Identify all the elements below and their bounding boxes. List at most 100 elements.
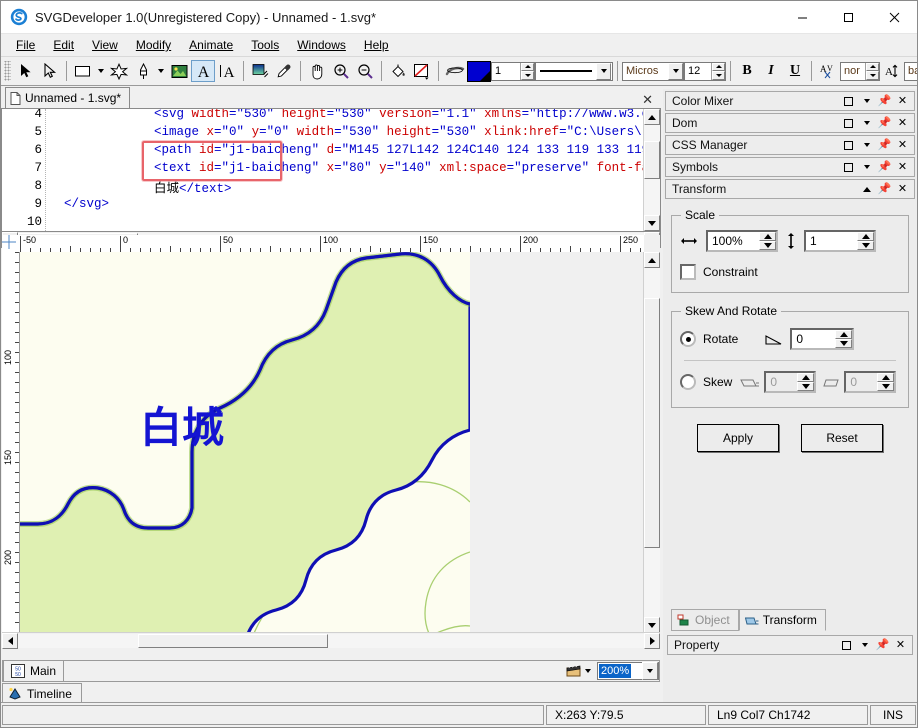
document-tab-close-icon[interactable]: ✕ xyxy=(642,93,653,106)
horizontal-ruler[interactable]: -50 0 50 100 150 200 250 xyxy=(20,235,644,253)
text-tool-icon[interactable]: A xyxy=(191,60,215,82)
rotate-spinner[interactable] xyxy=(835,330,852,348)
panel-collapse-icon[interactable] xyxy=(861,118,872,129)
zoom-out-tool-icon[interactable] xyxy=(353,60,377,82)
panel-close-icon[interactable]: ✕ xyxy=(897,96,908,107)
canvas-hscroll-track[interactable] xyxy=(18,634,644,648)
menu-file[interactable]: File xyxy=(7,36,44,54)
skew-y-field[interactable]: 0 xyxy=(844,371,896,393)
clapperboard-icon[interactable] xyxy=(566,663,583,679)
skew-x-spinner[interactable] xyxy=(797,373,814,391)
editor-scroll-up-button[interactable] xyxy=(644,109,660,125)
scene-tab-main[interactable]: 50 50 Main xyxy=(3,660,64,682)
panel-maximize-icon[interactable] xyxy=(843,162,854,173)
eyedropper-tool-icon[interactable] xyxy=(272,60,296,82)
panel-property[interactable]: Property 📌 ✕ xyxy=(667,635,913,655)
rectangle-tool-icon[interactable] xyxy=(71,60,95,82)
canvas-scroll-down-button[interactable] xyxy=(644,617,660,633)
menu-modify[interactable]: Modify xyxy=(127,36,180,54)
canvas-hscroll-left-button[interactable] xyxy=(2,633,18,649)
rotate-radio[interactable] xyxy=(680,331,696,347)
menu-tools[interactable]: Tools xyxy=(242,36,288,54)
scale-y-field[interactable]: 1 xyxy=(804,230,876,252)
panel-maximize-icon[interactable] xyxy=(843,118,854,129)
panel-collapse-icon[interactable] xyxy=(861,96,872,107)
pencil-stroke-icon[interactable] xyxy=(443,60,467,82)
baseline-field[interactable]: base xyxy=(904,62,918,81)
paint-bucket-tool-icon[interactable] xyxy=(386,60,410,82)
canvas-hscroll-right-button[interactable] xyxy=(644,633,660,649)
panel-pin-icon[interactable]: 📌 xyxy=(879,118,890,129)
direct-select-arrow-icon[interactable] xyxy=(38,60,62,82)
menu-view[interactable]: View xyxy=(83,36,127,54)
font-family-combo[interactable]: Micros xyxy=(622,62,684,81)
panel-pin-icon[interactable]: 📌 xyxy=(879,96,890,107)
code-text-area[interactable]: 4 <svg width="530" height="530" version=… xyxy=(2,109,643,231)
svg-map-artwork[interactable]: 白城 xyxy=(20,252,470,633)
maximize-button[interactable] xyxy=(825,1,871,33)
zoom-dropdown-icon[interactable] xyxy=(642,662,658,680)
skew-x-field[interactable]: 0 xyxy=(764,371,816,393)
underline-button[interactable]: U xyxy=(783,60,807,82)
skew-y-spinner[interactable] xyxy=(877,373,894,391)
panel-pin-icon[interactable]: 📌 xyxy=(877,640,888,651)
rotate-field[interactable]: 0 xyxy=(790,328,854,350)
gradient-tool-icon[interactable] xyxy=(248,60,272,82)
region-baicheng-shape[interactable] xyxy=(20,254,470,633)
panel-maximize-icon[interactable] xyxy=(843,140,854,151)
canvas-vscroll-track[interactable] xyxy=(644,268,660,617)
zoom-in-tool-icon[interactable] xyxy=(329,60,353,82)
font-family-dropdown-icon[interactable] xyxy=(668,63,683,80)
canvas-horizontal-scrollbar[interactable] xyxy=(2,632,660,649)
select-arrow-icon[interactable] xyxy=(14,60,38,82)
stroke-style-dropdown-icon[interactable] xyxy=(596,63,611,80)
panel-maximize-icon[interactable] xyxy=(841,640,852,651)
bold-button[interactable]: B xyxy=(735,60,759,82)
design-stage[interactable]: 白城 xyxy=(20,252,644,633)
panel-pin-icon[interactable]: 📌 xyxy=(879,162,890,173)
svg-page[interactable]: 白城 xyxy=(20,252,470,633)
stroke-style-combo[interactable] xyxy=(535,62,613,81)
panel-dom[interactable]: Dom 📌 ✕ xyxy=(665,113,915,133)
reset-button[interactable]: Reset xyxy=(801,424,883,452)
letter-spacing-field[interactable]: nor xyxy=(840,62,880,81)
panel-close-icon[interactable]: ✕ xyxy=(897,140,908,151)
canvas-vscroll-thumb[interactable] xyxy=(644,298,660,548)
map-region-label[interactable]: 白城 xyxy=(140,403,224,452)
editor-scroll-track[interactable] xyxy=(644,125,660,215)
editor-vertical-scrollbar[interactable] xyxy=(643,109,660,231)
editor-scroll-thumb[interactable] xyxy=(644,141,660,179)
panel-symbols[interactable]: Symbols 📌 ✕ xyxy=(665,157,915,177)
pen-tool-dropdown-icon[interactable] xyxy=(155,60,167,82)
menu-help[interactable]: Help xyxy=(355,36,398,54)
code-editor[interactable]: 4 <svg width="530" height="530" version=… xyxy=(1,109,661,232)
canvas-hscroll-thumb[interactable] xyxy=(138,634,328,648)
panel-collapse-icon[interactable] xyxy=(861,140,872,151)
menu-animate[interactable]: Animate xyxy=(180,36,242,54)
vertical-text-tool-icon[interactable]: A xyxy=(215,60,239,82)
tab-object[interactable]: Object xyxy=(671,609,739,631)
panel-close-icon[interactable]: ✕ xyxy=(897,184,908,195)
italic-button[interactable]: I xyxy=(759,60,783,82)
minimize-button[interactable] xyxy=(779,1,825,33)
panel-collapse-icon[interactable] xyxy=(859,640,870,651)
font-size-field[interactable]: 12 xyxy=(684,62,726,81)
scale-y-spinner[interactable] xyxy=(857,232,874,250)
panel-close-icon[interactable]: ✕ xyxy=(895,640,906,651)
pen-tool-icon[interactable] xyxy=(131,60,155,82)
menu-windows[interactable]: Windows xyxy=(288,36,355,54)
clapperboard-dropdown-icon[interactable] xyxy=(585,669,591,673)
skew-radio[interactable] xyxy=(680,374,696,390)
scale-x-field[interactable]: 100% xyxy=(706,230,778,252)
toolbar-grip[interactable] xyxy=(4,61,11,81)
apply-button[interactable]: Apply xyxy=(697,424,779,452)
constraint-checkbox[interactable] xyxy=(680,264,696,280)
ruler-origin-corner[interactable] xyxy=(2,235,21,253)
panel-expand-icon[interactable] xyxy=(861,184,872,195)
stroke-width-field[interactable]: 1 xyxy=(491,62,535,81)
image-tool-icon[interactable] xyxy=(167,60,191,82)
panel-transform[interactable]: Transform 📌 ✕ xyxy=(665,179,915,199)
editor-scroll-down-button[interactable] xyxy=(644,215,660,231)
vertical-ruler[interactable]: 100 150 200 xyxy=(2,252,20,633)
zoom-combo[interactable]: 200% xyxy=(597,662,659,680)
